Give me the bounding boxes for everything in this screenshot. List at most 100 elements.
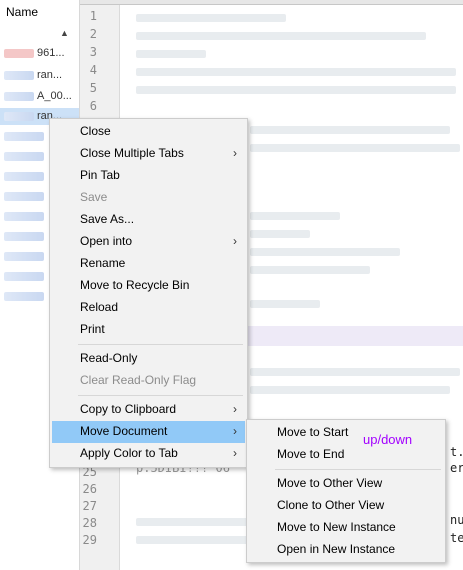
menu-item-move-to-start[interactable]: Move to Start	[249, 422, 443, 444]
menu-item-label: Apply Color to Tab	[80, 446, 178, 460]
file-row[interactable]: ran...	[0, 67, 79, 84]
file-name: A_00...	[37, 90, 72, 102]
file-icon	[4, 172, 44, 181]
line-number: 6	[89, 99, 97, 113]
menu-item-label: Close	[80, 124, 111, 138]
code-line	[250, 126, 450, 134]
menu-item-label: Move Document	[80, 424, 168, 438]
menu-item-move-to-end[interactable]: Move to End	[249, 444, 443, 466]
menu-item-move-to-recycle-bin[interactable]: Move to Recycle Bin	[52, 275, 245, 297]
line-number: 26	[82, 482, 97, 496]
line-number: 1	[89, 9, 97, 23]
chevron-right-icon: ›	[233, 446, 237, 460]
name-column-header[interactable]: Name	[6, 5, 38, 19]
menu-item-label: Rename	[80, 256, 126, 270]
code-line	[250, 248, 400, 256]
menu-item-save: Save	[52, 187, 245, 209]
menu-item-label: Clear Read-Only Flag	[80, 373, 197, 387]
menu-item-label: Read-Only	[80, 351, 138, 365]
line-number: 3	[89, 45, 97, 59]
code-fragment: er	[450, 461, 463, 475]
file-icon	[4, 192, 44, 201]
menu-separator	[275, 469, 441, 470]
file-name: ran...	[37, 69, 63, 81]
menu-item-label: Move to Other View	[277, 476, 383, 490]
menu-item-label: Open in New Instance	[277, 542, 396, 556]
file-icon	[4, 92, 34, 101]
menu-item-label: Close Multiple Tabs	[80, 146, 184, 160]
menu-item-label: Save	[80, 190, 108, 204]
line-number: 27	[82, 499, 97, 513]
line-number: 2	[89, 27, 97, 41]
move-document-submenu: Move to Start Move to End Move to Other …	[246, 419, 446, 563]
line-number: 29	[82, 533, 97, 547]
code-line	[250, 212, 340, 220]
menu-item-close[interactable]: Close	[52, 121, 245, 143]
code-line	[136, 86, 456, 94]
file-icon	[4, 252, 44, 261]
annotation-up-down: up/down	[363, 432, 413, 447]
menu-item-label: Pin Tab	[80, 168, 120, 182]
menu-item-label: Save As...	[80, 212, 135, 226]
code-line	[250, 144, 460, 152]
code-fragment: te	[450, 531, 463, 545]
chevron-right-icon: ›	[233, 234, 237, 248]
menu-item-label: Reload	[80, 300, 119, 314]
code-line	[250, 368, 460, 376]
code-line	[250, 230, 310, 238]
menu-item-open-in-new-instance[interactable]: Open in New Instance	[249, 539, 443, 561]
menu-item-rename[interactable]: Rename	[52, 253, 245, 275]
menu-item-close-multiple-tabs[interactable]: Close Multiple Tabs ›	[52, 143, 245, 165]
menu-item-move-to-new-instance[interactable]: Move to New Instance	[249, 517, 443, 539]
file-icon	[4, 152, 44, 161]
file-icon	[4, 292, 44, 301]
menu-item-clone-to-other-view[interactable]: Clone to Other View	[249, 495, 443, 517]
menu-item-copy-to-clipboard[interactable]: Copy to Clipboard ›	[52, 399, 245, 421]
file-icon	[4, 272, 44, 281]
line-number: 5	[89, 81, 97, 95]
code-line	[136, 68, 456, 76]
line-number: 4	[89, 63, 97, 77]
menu-item-print[interactable]: Print	[52, 319, 245, 341]
code-fragment: t.	[450, 445, 463, 459]
menu-separator	[78, 395, 243, 396]
menu-item-apply-color-to-tab[interactable]: Apply Color to Tab ›	[52, 443, 245, 465]
file-row[interactable]: A_00...	[0, 88, 79, 105]
sort-ascending-icon: ▲	[60, 28, 69, 38]
menu-item-label: Move to New Instance	[277, 520, 396, 534]
menu-item-label: Move to End	[277, 447, 345, 461]
code-line	[136, 14, 286, 22]
menu-item-label: Open into	[80, 234, 133, 248]
code-line	[250, 300, 320, 308]
menu-separator	[78, 344, 243, 345]
line-number: 28	[82, 516, 97, 530]
chevron-right-icon: ›	[233, 146, 237, 160]
chevron-right-icon: ›	[233, 424, 237, 438]
tab-bar[interactable]	[80, 0, 463, 5]
code-line	[136, 32, 426, 40]
file-name: 961...	[37, 47, 65, 59]
menu-item-read-only[interactable]: Read-Only	[52, 348, 245, 370]
file-list-header[interactable]: Name ▲	[0, 0, 79, 38]
menu-item-pin-tab[interactable]: Pin Tab	[52, 165, 245, 187]
menu-item-open-into[interactable]: Open into ›	[52, 231, 245, 253]
menu-item-label: Copy to Clipboard	[80, 402, 177, 416]
code-line	[250, 386, 450, 394]
menu-item-move-to-other-view[interactable]: Move to Other View	[249, 473, 443, 495]
code-line	[136, 50, 206, 58]
tab-context-menu: Close Close Multiple Tabs › Pin Tab Save…	[49, 118, 248, 468]
menu-item-move-document[interactable]: Move Document ›	[52, 421, 245, 443]
menu-item-save-as[interactable]: Save As...	[52, 209, 245, 231]
file-icon	[4, 112, 34, 121]
menu-item-label: Clone to Other View	[277, 498, 385, 512]
menu-item-reload[interactable]: Reload	[52, 297, 245, 319]
menu-item-clear-read-only-flag: Clear Read-Only Flag	[52, 370, 245, 392]
file-icon	[4, 232, 44, 241]
file-icon	[4, 49, 34, 58]
menu-item-label: Move to Recycle Bin	[80, 278, 190, 292]
file-row[interactable]: 961...	[0, 45, 79, 62]
code-fragment: nu	[450, 513, 463, 527]
menu-item-label: Print	[80, 322, 105, 336]
code-line	[250, 266, 370, 274]
file-icon	[4, 212, 44, 221]
